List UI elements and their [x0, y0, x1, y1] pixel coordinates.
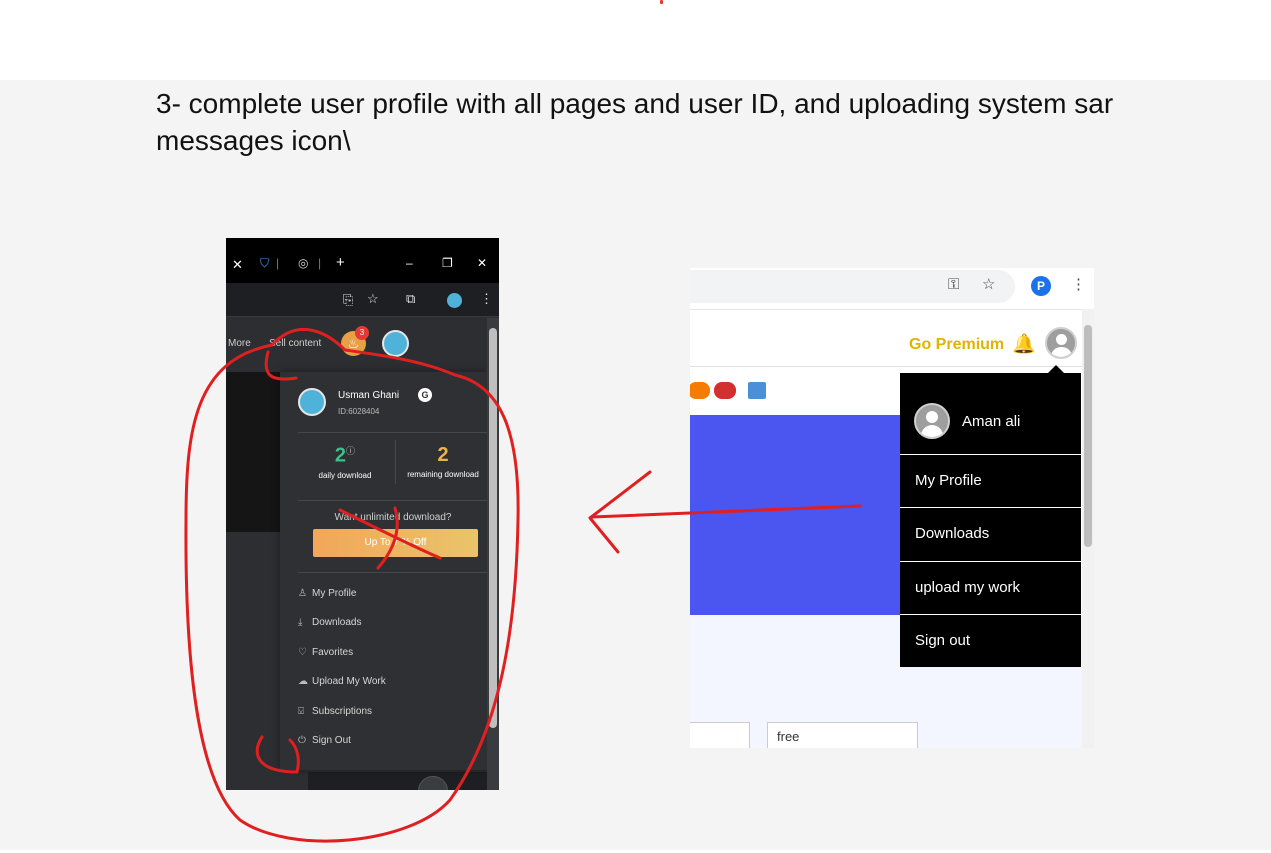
scrollbar[interactable] [487, 318, 499, 790]
user-name: Aman ali [962, 413, 1021, 430]
menu-item-favorites[interactable]: ♡ Favorites [298, 645, 353, 661]
address-bar: ⚿ ☆ P ⋮ [690, 268, 1094, 308]
restore-icon[interactable]: ❐ [442, 256, 453, 270]
banner [690, 415, 900, 615]
menu-item-downloads[interactable]: ⤓ Downloads [298, 615, 361, 631]
note-line-1: 3- complete user profile with all pages … [156, 88, 1114, 119]
stat-remaining-download: 2 remaining download [398, 444, 488, 479]
mastercard-icon [690, 382, 710, 399]
profile-icon[interactable] [447, 293, 462, 308]
user-dropdown-light: Aman ali My Profile Downloads upload my … [900, 373, 1081, 667]
bookmark-icon: ⍌ [298, 706, 304, 717]
p-extension-icon[interactable]: P [1031, 276, 1051, 296]
divider [298, 500, 487, 501]
avatar[interactable] [1045, 327, 1077, 359]
menu-item-downloads[interactable]: Downloads [900, 507, 1081, 560]
minimize-icon[interactable]: – [406, 256, 413, 270]
footer-strip [308, 772, 487, 790]
menu-item-my-profile[interactable]: ♙ My Profile [298, 586, 356, 602]
dropdown-caret [1048, 365, 1064, 373]
menu-avatar [298, 388, 326, 416]
go-premium-link[interactable]: Go Premium [909, 336, 1004, 354]
upgrade-button[interactable]: Up To 7 % Off [313, 529, 478, 557]
nav-more-link[interactable]: More [228, 338, 251, 349]
menu-item-upload-my-work[interactable]: upload my work [900, 561, 1081, 614]
address-bar: ⎘ ☆ ⧉ ⋮ [226, 283, 499, 317]
star-icon[interactable]: ☆ [982, 275, 995, 293]
notification-badge: 3 [355, 326, 369, 340]
tab-divider-icon: | [318, 256, 322, 270]
window-close-icon[interactable]: ✕ [477, 256, 487, 270]
menu-item-sign-out[interactable]: ⏻ Sign Out [298, 733, 351, 749]
new-tab-icon[interactable]: + [336, 254, 345, 271]
browser-tab-strip: ✕ ⛉ | ◎ | + – ❐ ✕ [226, 238, 499, 283]
stat-separator [395, 440, 396, 484]
menu-item-upload-my-work[interactable]: ☁ Upload My Work [298, 674, 386, 690]
download-icon: ⤓ [298, 617, 303, 628]
user-icon: ♙ [298, 588, 307, 599]
bell-icon[interactable]: 🔔 [1012, 332, 1036, 356]
info-icon[interactable]: ⓘ [346, 446, 355, 456]
user-dropdown-dark: Usman Ghani G ID:6028404 2ⓘ daily downlo… [280, 372, 487, 770]
menu-item-label: Favorites [312, 647, 354, 658]
top-blank [0, 0, 1271, 80]
menu-item-label: Subscriptions [312, 706, 373, 717]
stat-value: 2 [437, 444, 449, 466]
divider [298, 432, 487, 433]
card-tile[interactable] [690, 722, 750, 748]
extensions-icon[interactable]: ⧉ [406, 291, 415, 307]
tab-globe-icon[interactable]: ◎ [298, 256, 308, 270]
menu-item-label: Downloads [312, 617, 362, 628]
amex-icon [748, 382, 766, 399]
menu-item-label: Upload My Work [312, 676, 386, 687]
page-content: More Sell content ♨ 3 Usman Ghani G ID:6… [226, 317, 499, 790]
kebab-menu-icon[interactable]: ⋮ [1071, 275, 1086, 293]
install-icon[interactable]: ⎘ [343, 292, 353, 308]
heart-icon: ♡ [298, 647, 307, 658]
scrollbar-thumb[interactable] [489, 328, 497, 728]
note-line-2: messages icon\ [156, 125, 351, 156]
stat-label: remaining download [407, 470, 479, 479]
tab-shield-icon[interactable]: ⛉ [260, 256, 269, 271]
upsell-text: Want unlimited download? [334, 512, 452, 523]
key-icon[interactable]: ⚿ [948, 276, 959, 293]
tab-divider-icon: | [276, 256, 280, 270]
stat-label: daily download [318, 470, 372, 480]
menu-item-subscriptions[interactable]: ⍌ Subscriptions [298, 704, 372, 720]
annotation-note: 3- complete user profile with all pages … [156, 85, 1271, 159]
power-icon: ⏻ [298, 735, 306, 746]
menu-avatar [914, 403, 950, 439]
divider [298, 572, 487, 573]
stat-daily-download: 2ⓘ daily download [300, 444, 390, 480]
menu-item-sign-out[interactable]: Sign out [900, 614, 1081, 667]
cloud-upload-icon: ☁ [298, 676, 308, 687]
stage: 3- complete user profile with all pages … [0, 0, 1271, 853]
light-theme-screenshot: ⚿ ☆ P ⋮ Go Premium 🔔 free Aman ali My Pr… [690, 268, 1094, 748]
maestro-icon [714, 382, 736, 399]
star-icon[interactable]: ☆ [367, 291, 379, 307]
menu-item-label: Sign Out [312, 735, 351, 746]
user-id: ID:6028404 [338, 407, 380, 416]
tab-close-icon[interactable]: ✕ [232, 257, 243, 273]
google-icon: G [418, 388, 432, 402]
dark-theme-screenshot: ✕ ⛉ | ◎ | + – ❐ ✕ ⎘ ☆ ⧉ ⋮ More Sell cont… [226, 238, 499, 790]
url-field[interactable] [690, 270, 1015, 303]
scrollbar-thumb[interactable] [1084, 325, 1092, 547]
nav-sell-content-link[interactable]: Sell content [269, 338, 321, 349]
stat-value: 2 [334, 444, 347, 467]
hero-image [226, 372, 281, 532]
red-dot [660, 0, 663, 4]
avatar[interactable] [382, 330, 409, 357]
menu-item-my-profile[interactable]: My Profile [900, 454, 1081, 507]
free-label: free [777, 729, 800, 744]
kebab-menu-icon[interactable]: ⋮ [480, 291, 493, 307]
user-name: Usman Ghani [338, 390, 400, 401]
menu-item-label: My Profile [312, 588, 357, 599]
scrollbar[interactable] [1082, 309, 1094, 748]
